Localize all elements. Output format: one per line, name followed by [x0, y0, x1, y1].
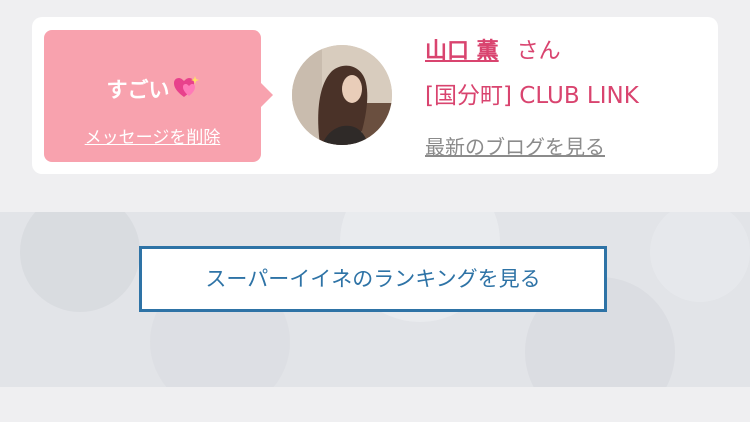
- honorific: さん: [516, 39, 561, 64]
- message-card: すごい メッセージを削除 山口 薫さん [国分町] CLUB LINK 最新のブ…: [32, 17, 718, 174]
- cast-name-link[interactable]: 山口 薫: [425, 39, 499, 64]
- cast-name-row: 山口 薫さん: [425, 33, 561, 65]
- delete-message-link[interactable]: メッセージを削除: [44, 123, 261, 148]
- shop-name: [国分町] CLUB LINK: [425, 83, 639, 109]
- ranking-button[interactable]: スーパーイイネのランキングを見る: [139, 246, 607, 312]
- avatar[interactable]: [292, 45, 392, 145]
- latest-blog-link[interactable]: 最新のブログを見る: [425, 131, 605, 160]
- super-like-bubble: すごい メッセージを削除: [44, 30, 273, 162]
- ranking-banner: スーパーイイネのランキングを見る: [0, 212, 750, 387]
- sparkling-heart-icon: [173, 75, 199, 104]
- super-like-text: すごい: [106, 78, 170, 102]
- super-like-title: すごい: [44, 74, 261, 104]
